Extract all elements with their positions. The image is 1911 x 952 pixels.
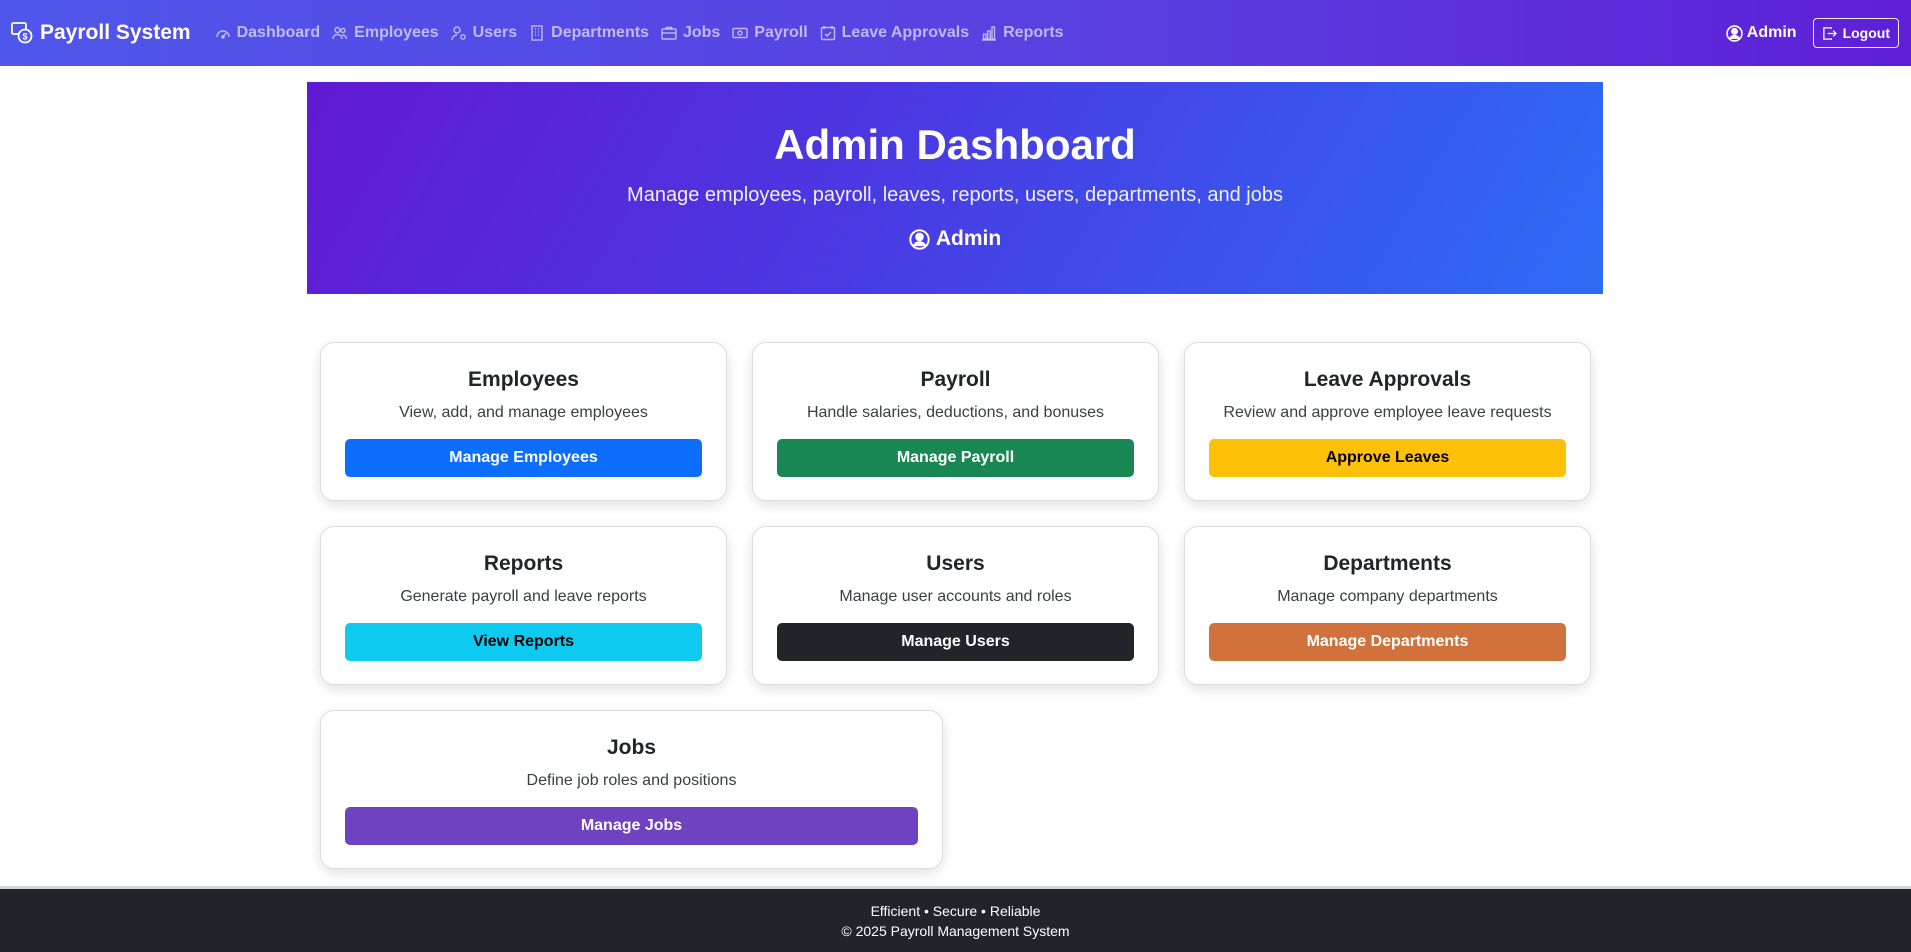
card-description: Generate payroll and leave reports — [400, 588, 647, 605]
logout-button[interactable]: Logout — [1812, 18, 1899, 48]
card-leave-approvals: Leave Approvals Review and approve emplo… — [1184, 342, 1591, 501]
svg-text:$: $ — [22, 32, 27, 42]
manage-departments-button[interactable]: Manage Departments — [1209, 623, 1566, 661]
footer-copyright: © 2025 Payroll Management System — [841, 923, 1070, 939]
card-description: Handle salaries, deductions, and bonuses — [806, 404, 1105, 421]
nav-item-reports[interactable]: Reports — [981, 24, 1064, 42]
manage-users-button[interactable]: Manage Users — [777, 623, 1134, 661]
nav-right: Admin Logout — [1726, 0, 1899, 66]
nav-item-leave-approvals[interactable]: Leave Approvals — [820, 24, 969, 42]
person-circle-icon — [1726, 24, 1743, 42]
person-circle-icon — [909, 228, 930, 250]
nav-label: Payroll — [754, 24, 808, 41]
manage-payroll-button[interactable]: Manage Payroll — [777, 439, 1134, 477]
nav-item-jobs[interactable]: Jobs — [661, 24, 720, 42]
card-title: Leave Approvals — [1303, 368, 1472, 391]
hero-user-name: Admin — [935, 227, 1002, 250]
nav-item-dashboard[interactable]: Dashboard — [215, 24, 321, 42]
people-icon — [332, 26, 348, 40]
card-description: Define job roles and positions — [526, 772, 737, 789]
bar-chart-icon — [982, 26, 997, 41]
card-reports: Reports Generate payroll and leave repor… — [320, 526, 727, 685]
nav-item-employees[interactable]: Employees — [332, 24, 439, 42]
card-title: Users — [926, 552, 985, 575]
brand-name: Payroll System — [40, 21, 191, 44]
cash-icon — [732, 27, 748, 39]
nav-label: Reports — [1003, 24, 1064, 41]
card-employees: Employees View, add, and manage employee… — [320, 342, 727, 501]
nav-label: Departments — [551, 24, 649, 41]
logout-label: Logout — [1842, 25, 1890, 41]
calendar-check-icon — [820, 26, 835, 41]
card-users: Users Manage user accounts and roles Man… — [752, 526, 1159, 685]
card-title: Payroll — [920, 368, 991, 391]
person-gear-icon — [450, 26, 466, 41]
page-subtitle: Manage employees, payroll, leaves, repor… — [627, 184, 1283, 206]
speedometer-icon — [215, 30, 230, 39]
nav-label: Leave Approvals — [841, 24, 970, 41]
logout-icon — [1822, 26, 1837, 40]
card-description: Manage company departments — [1277, 588, 1498, 605]
nav-item-users[interactable]: Users — [450, 24, 518, 42]
top-navbar: $ Payroll System Dashboard Employees Use… — [0, 0, 1911, 66]
nav-user-name: Admin — [1746, 24, 1797, 41]
card-title: Reports — [483, 552, 564, 575]
card-jobs: Jobs Define job roles and positions Mana… — [320, 710, 943, 869]
card-departments: Departments Manage company departments M… — [1184, 526, 1591, 685]
card-description: Review and approve employee leave reques… — [1223, 404, 1552, 421]
hero-banner: Admin Dashboard Manage employees, payrol… — [307, 82, 1603, 294]
card-description: View, add, and manage employees — [399, 404, 648, 421]
briefcase-icon — [661, 26, 677, 40]
building-icon — [531, 25, 543, 41]
manage-employees-button[interactable]: Manage Employees — [345, 439, 702, 477]
manage-jobs-button[interactable]: Manage Jobs — [345, 807, 918, 845]
footer: Efficient • Secure • Reliable © 2025 Pay… — [0, 886, 1911, 952]
nav-label: Employees — [354, 24, 439, 41]
payroll-logo-icon: $ — [11, 22, 33, 44]
page-title: Admin Dashboard — [774, 121, 1136, 168]
nav-label: Jobs — [682, 24, 721, 41]
card-title: Jobs — [606, 736, 656, 759]
footer-tagline: Efficient • Secure • Reliable — [870, 903, 1041, 919]
card-payroll: Payroll Handle salaries, deductions, and… — [752, 342, 1159, 501]
view-reports-button[interactable]: View Reports — [345, 623, 702, 661]
nav-user[interactable]: Admin — [1726, 24, 1797, 42]
card-title: Employees — [468, 368, 579, 391]
nav-item-payroll[interactable]: Payroll — [732, 24, 808, 42]
nav-label: Dashboard — [236, 24, 321, 41]
card-title: Departments — [1323, 552, 1452, 575]
brand[interactable]: $ Payroll System — [10, 21, 191, 45]
nav-item-departments[interactable]: Departments — [529, 24, 649, 42]
nav-links: Dashboard Employees Users Departments Jo… — [207, 24, 1064, 42]
approve-leaves-button[interactable]: Approve Leaves — [1209, 439, 1566, 477]
card-description: Manage user accounts and roles — [839, 588, 1072, 605]
hero-user: Admin — [909, 227, 1001, 251]
nav-label: Users — [472, 24, 518, 41]
